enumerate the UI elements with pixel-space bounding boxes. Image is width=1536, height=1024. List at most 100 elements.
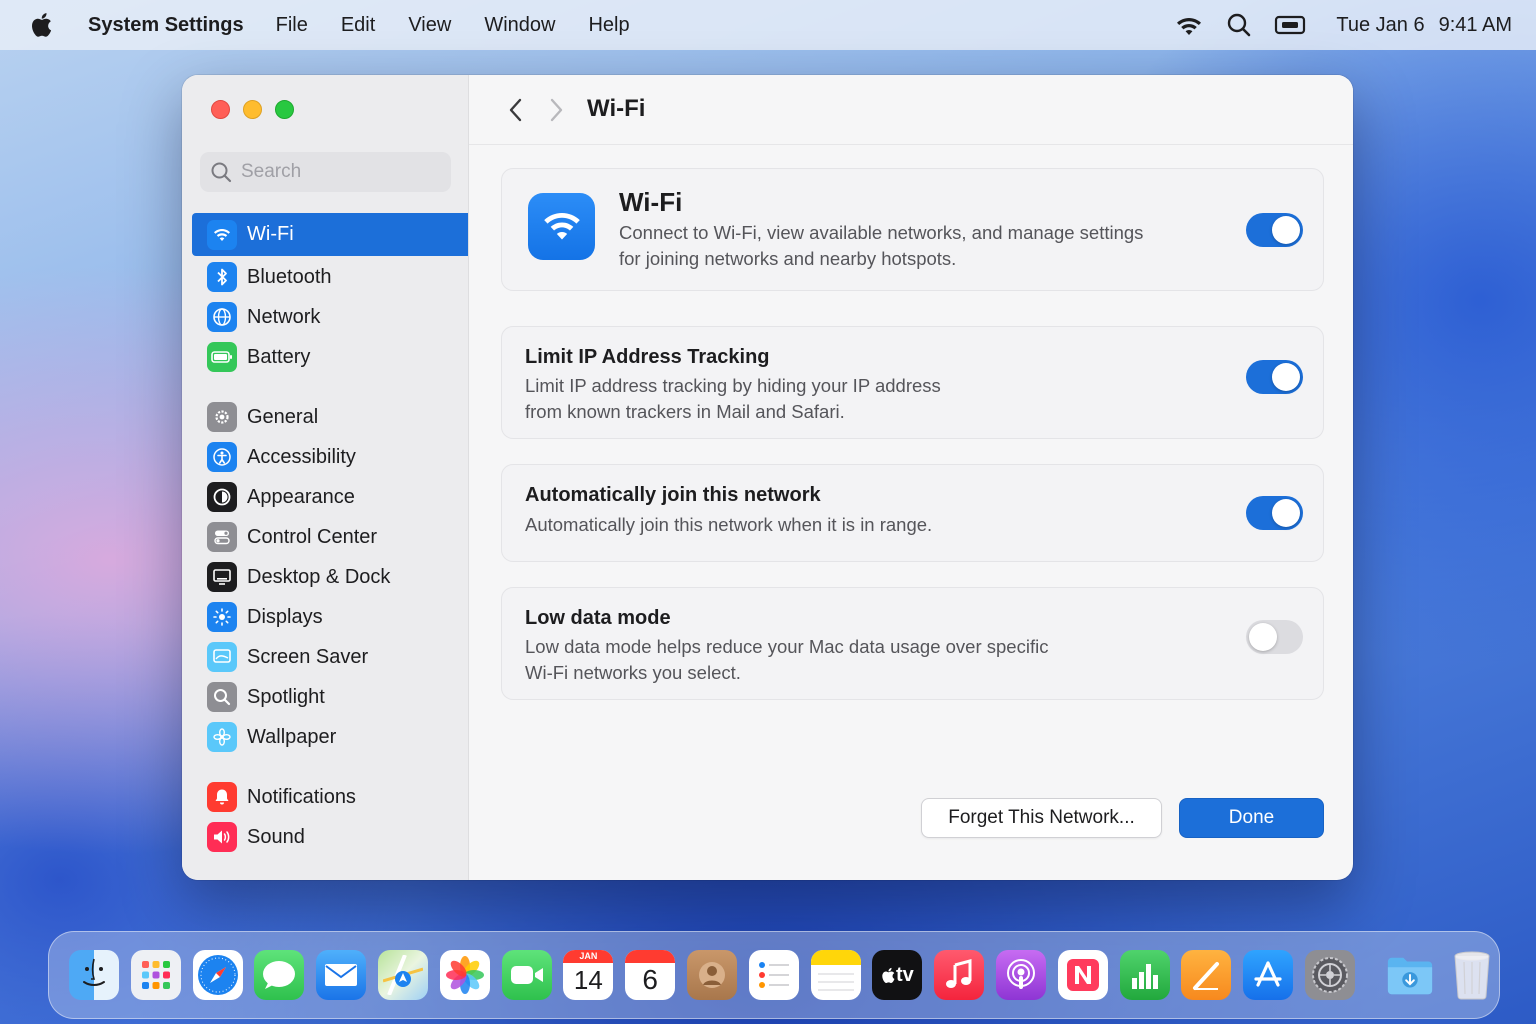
safari-icon[interactable] xyxy=(192,950,243,1000)
menu-view[interactable]: View xyxy=(408,14,451,37)
toggle-knob xyxy=(1272,499,1300,527)
low-data-toggle[interactable] xyxy=(1246,620,1303,654)
sidebar-item-battery[interactable]: Battery xyxy=(192,337,468,377)
forget-network-button[interactable]: Forget This Network... xyxy=(921,798,1162,838)
screen-mirroring-icon[interactable] xyxy=(1274,14,1306,36)
sidebar-nav: Wi-Fi Bluetooth Network Battery General … xyxy=(192,213,468,857)
sidebar-item-wallpaper[interactable]: Wallpaper xyxy=(192,717,468,757)
bluetooth-icon xyxy=(207,262,237,292)
pages-icon[interactable] xyxy=(1181,950,1232,1000)
wifi-card-desc: Connect to Wi-Fi, view available network… xyxy=(619,222,1144,243)
facetime-icon[interactable] xyxy=(501,950,552,1000)
messages-icon[interactable] xyxy=(254,950,305,1000)
auto-join-card: Automatically join this network Automati… xyxy=(501,464,1324,562)
zoom-button[interactable] xyxy=(275,100,294,119)
calendar-icon[interactable]: JAN 14 xyxy=(563,950,614,1000)
menu-app-name[interactable]: System Settings xyxy=(88,14,244,37)
minimize-button[interactable] xyxy=(243,100,262,119)
content-header: Wi-Fi xyxy=(469,75,1353,145)
sidebar-item-accessibility[interactable]: Accessibility xyxy=(192,437,468,477)
limit-ip-card: Limit IP Address Tracking Limit IP addre… xyxy=(501,326,1324,439)
globe-icon xyxy=(207,302,237,332)
menu-help[interactable]: Help xyxy=(588,14,629,37)
sidebar-item-notifications[interactable]: Notifications xyxy=(192,777,468,817)
calendar-day: 14 xyxy=(573,965,603,995)
wifi-icon[interactable] xyxy=(1174,14,1204,36)
limit-ip-desc: Limit IP address tracking by hiding your… xyxy=(525,375,941,396)
apple-tv-icon[interactable]: tv xyxy=(872,950,923,1000)
photos-icon[interactable] xyxy=(439,950,490,1000)
sidebar-item-label: Screen Saver xyxy=(247,645,369,668)
forward-button[interactable] xyxy=(547,97,565,128)
sidebar-item-bluetooth[interactable]: Bluetooth xyxy=(192,257,468,297)
sidebar-item-label: General xyxy=(247,405,319,428)
sidebar-item-desktop-dock[interactable]: Desktop & Dock xyxy=(192,557,468,597)
mail-icon[interactable] xyxy=(316,950,367,1000)
menu-extras: Tue Jan 6 9:41 AM xyxy=(1152,12,1512,38)
limit-ip-toggle[interactable] xyxy=(1246,360,1303,394)
apple-menu-icon[interactable] xyxy=(30,12,60,38)
menu-window[interactable]: Window xyxy=(484,14,555,37)
sidebar-item-label: Wallpaper xyxy=(247,725,337,748)
maps-icon[interactable] xyxy=(377,950,428,1000)
search-icon xyxy=(210,161,232,183)
app-store-icon[interactable] xyxy=(1243,950,1294,1000)
sidebar-item-sound[interactable]: Sound xyxy=(192,817,468,857)
sidebar-item-network[interactable]: Network xyxy=(192,297,468,337)
menu-time[interactable]: 9:41 AM xyxy=(1439,14,1512,37)
calendar-icon[interactable]: 6 xyxy=(625,950,676,1000)
sidebar-item-spotlight[interactable]: Spotlight xyxy=(192,677,468,717)
page-title: Wi-Fi xyxy=(587,95,646,122)
wifi-toggle[interactable] xyxy=(1246,213,1303,247)
menu-file[interactable]: File xyxy=(276,14,308,37)
back-button[interactable] xyxy=(507,97,525,128)
low-data-desc: Low data mode helps reduce your Mac data… xyxy=(525,636,1049,657)
sidebar-item-wifi[interactable]: Wi-Fi xyxy=(192,213,468,256)
music-icon[interactable] xyxy=(934,950,985,1000)
sidebar-item-label: Notifications xyxy=(247,785,356,808)
window-controls xyxy=(211,100,294,119)
reminders-icon[interactable] xyxy=(748,950,799,1000)
search-input[interactable] xyxy=(241,161,441,183)
done-button[interactable]: Done xyxy=(1179,798,1324,838)
sidebar-item-label: Battery xyxy=(247,345,311,368)
contacts-icon[interactable] xyxy=(686,950,737,1000)
settings-window: Wi-Fi Bluetooth Network Battery xyxy=(182,75,1353,880)
news-icon[interactable] xyxy=(1057,950,1108,1000)
downloads-folder-icon[interactable] xyxy=(1385,950,1435,1000)
sidebar-item-displays[interactable]: Displays xyxy=(192,597,468,637)
auto-join-title: Automatically join this network xyxy=(525,484,821,506)
spotlight-icon xyxy=(207,682,237,712)
auto-join-toggle[interactable] xyxy=(1246,496,1303,530)
auto-join-desc: Automatically join this network when it … xyxy=(525,514,933,535)
menu-edit[interactable]: Edit xyxy=(341,14,375,37)
toggle-knob xyxy=(1272,216,1300,244)
trash-icon[interactable] xyxy=(1447,950,1497,1000)
sidebar-item-appearance[interactable]: Appearance xyxy=(192,477,468,517)
search-icon[interactable] xyxy=(1226,12,1252,38)
sidebar-item-label: Spotlight xyxy=(247,685,325,708)
wifi-icon xyxy=(528,193,595,260)
numbers-icon[interactable] xyxy=(1119,950,1170,1000)
desktop-dock-icon xyxy=(207,562,237,592)
sidebar-item-general[interactable]: General xyxy=(192,397,468,437)
sidebar-item-control-center[interactable]: Control Center xyxy=(192,517,468,557)
sidebar-search xyxy=(200,152,451,192)
sidebar-item-label: Bluetooth xyxy=(247,265,332,288)
notifications-icon xyxy=(207,782,237,812)
sidebar-item-screen-saver[interactable]: Screen Saver xyxy=(192,637,468,677)
close-button[interactable] xyxy=(211,100,230,119)
sidebar-item-label: Control Center xyxy=(247,525,378,548)
launchpad-icon[interactable] xyxy=(130,950,181,1000)
menu-date[interactable]: Tue Jan 6 xyxy=(1336,14,1424,37)
sidebar-item-label: Desktop & Dock xyxy=(247,565,391,588)
calendar-day: 6 xyxy=(642,964,658,995)
system-settings-icon[interactable] xyxy=(1304,950,1355,1000)
accessibility-icon xyxy=(207,442,237,472)
battery-icon xyxy=(207,342,237,372)
notes-icon[interactable] xyxy=(810,950,861,1000)
finder-icon[interactable] xyxy=(69,950,119,1000)
podcasts-icon[interactable] xyxy=(995,950,1046,1000)
